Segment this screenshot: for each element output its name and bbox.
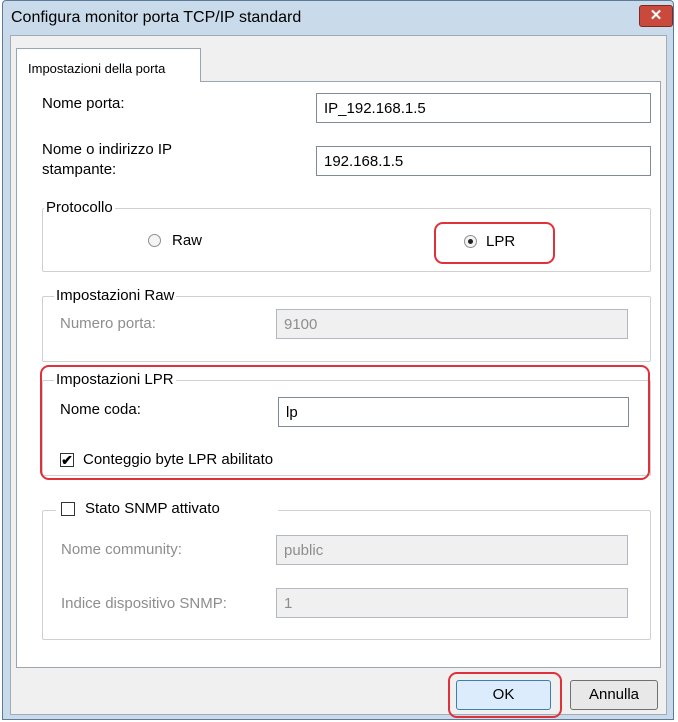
title-bar: Configura monitor porta TCP/IP standard … [3,1,673,35]
close-icon: ✕ [649,7,663,24]
port-name-input[interactable]: IP_192.168.1.5 [316,93,651,123]
raw-port-number-label: Numero porta: [60,315,156,332]
raw-port-number-input[interactable]: 9100 [276,309,628,339]
lpr-highlight-box [434,222,555,264]
printer-address-label-line1: Nome o indirizzo IP [42,141,173,158]
snmp-status-checkbox[interactable] [61,502,75,516]
snmp-group [42,510,651,640]
radio-raw-label: Raw [172,232,203,249]
printer-address-label-line2: stampante: [42,161,117,178]
snmp-device-index-input[interactable]: 1 [276,588,628,618]
tab-label: Impostazioni della porta [28,61,166,76]
tab-port-settings[interactable]: Impostazioni della porta [16,48,201,82]
raw-settings-legend: Impostazioni Raw [54,287,177,305]
snmp-status-label: Stato SNMP attivato [85,500,220,517]
snmp-community-label: Nome community: [61,541,182,558]
snmp-community-input[interactable]: public [276,535,628,565]
protocol-group [42,208,651,272]
close-button[interactable]: ✕ [639,5,673,27]
snmp-device-index-label: Indice dispositivo SNMP: [61,595,227,612]
radio-raw[interactable] [148,234,161,247]
window-title: Configura monitor porta TCP/IP standard [11,9,302,26]
cancel-button[interactable]: Annulla [570,680,658,710]
ok-highlight-box [448,672,562,718]
printer-address-input[interactable]: 192.168.1.5 [316,146,651,176]
lpr-settings-highlight-box [40,365,650,480]
protocol-legend: Protocollo [44,199,115,217]
port-name-label: Nome porta: [42,95,125,112]
